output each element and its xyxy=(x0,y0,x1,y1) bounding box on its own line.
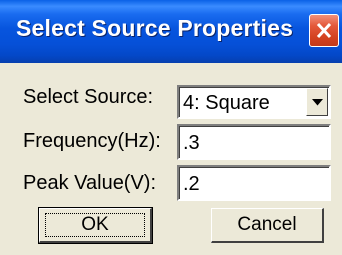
close-icon xyxy=(316,22,332,39)
frequency-input[interactable]: .3 xyxy=(177,124,331,160)
chevron-down-icon xyxy=(312,99,323,106)
ok-button[interactable]: OK xyxy=(38,207,153,244)
frequency-label: Frequency(Hz): xyxy=(23,130,161,152)
peak-value-value: .2 xyxy=(183,173,200,195)
title-bar[interactable]: Select Source Properties xyxy=(0,0,342,63)
ok-focus-rect xyxy=(45,213,145,237)
dialog-window: Select Source Properties Select Source: … xyxy=(0,0,342,255)
peak-value-input[interactable]: .2 xyxy=(177,165,331,201)
select-source-label: Select Source: xyxy=(23,86,154,108)
dropdown-arrow-button[interactable] xyxy=(306,88,328,116)
dialog-title: Select Source Properties xyxy=(16,15,294,41)
close-button[interactable] xyxy=(309,14,339,47)
source-selected-value: 4: Square xyxy=(183,92,270,114)
peak-value-label: Peak Value(V): xyxy=(23,172,157,194)
cancel-button[interactable]: Cancel xyxy=(211,208,324,243)
source-dropdown[interactable]: 4: Square xyxy=(177,85,331,119)
frequency-value: .3 xyxy=(183,132,200,154)
cancel-button-label: Cancel xyxy=(237,214,297,235)
